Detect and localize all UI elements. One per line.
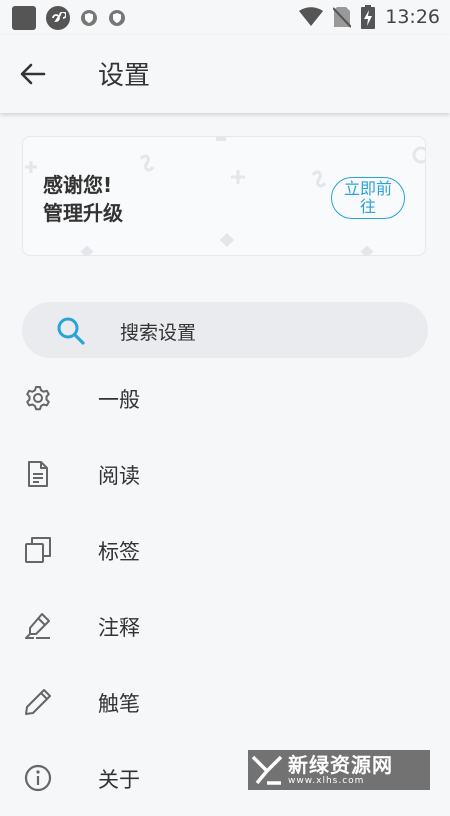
shield-icon: [108, 9, 126, 27]
status-bar: 13:26: [0, 0, 450, 35]
menu-item-stylus[interactable]: 触笔: [0, 664, 450, 740]
copy-icon: [25, 537, 51, 563]
site-watermark: 新绿资源网 www.xlhs.com: [248, 750, 430, 790]
menu-item-reading[interactable]: 阅读: [0, 436, 450, 512]
pencil-icon: [25, 689, 51, 715]
shield-icon: [80, 9, 98, 27]
watermark-logo-icon: [248, 750, 288, 790]
watermark-url: www.xlhs.com: [288, 775, 365, 786]
promo-line-2: 管理升级: [43, 201, 123, 225]
no-sim-icon: [333, 7, 352, 28]
promo-line-1: 感谢您!: [43, 173, 113, 197]
gear-icon: [26, 386, 50, 411]
status-bar-system: 13:26: [299, 5, 440, 29]
menu-item-annotations[interactable]: 注释: [0, 588, 450, 664]
watermark-title: 新绿资源网: [288, 752, 393, 777]
wifi-icon: [299, 7, 324, 26]
search-icon: [57, 317, 85, 345]
infinity-app-icon: [46, 6, 70, 30]
upgrade-promo-card: 感谢您! 管理升级 立即前往: [22, 136, 426, 256]
watermark-text: 新绿资源网 www.xlhs.com: [288, 755, 393, 786]
clock: 13:26: [385, 6, 440, 28]
menu-label: 关于: [98, 768, 140, 792]
battery-charging-icon: [361, 5, 376, 29]
menu-item-tags[interactable]: 标签: [0, 512, 450, 588]
menu-label: 触笔: [98, 692, 140, 716]
search-settings-bar[interactable]: 搜索设置: [22, 302, 428, 358]
search-placeholder: 搜索设置: [120, 322, 197, 344]
document-icon: [28, 461, 48, 487]
menu-item-general[interactable]: 一般: [0, 360, 450, 436]
menu-label: 注释: [98, 616, 140, 640]
app-notification-icon: [12, 6, 36, 30]
back-button[interactable]: [16, 57, 50, 91]
menu-label: 标签: [98, 540, 140, 564]
arrow-back-icon: [20, 63, 46, 85]
promo-message: 感谢您! 管理升级: [43, 171, 123, 227]
info-icon: [24, 764, 52, 792]
menu-label: 阅读: [98, 464, 140, 488]
highlighter-icon: [25, 613, 50, 639]
status-bar-notifications: [12, 6, 126, 30]
go-now-button[interactable]: 立即前往: [331, 177, 405, 219]
app-bar: 设置: [0, 35, 450, 113]
menu-label: 一般: [98, 388, 140, 412]
page-title: 设置: [98, 61, 151, 91]
